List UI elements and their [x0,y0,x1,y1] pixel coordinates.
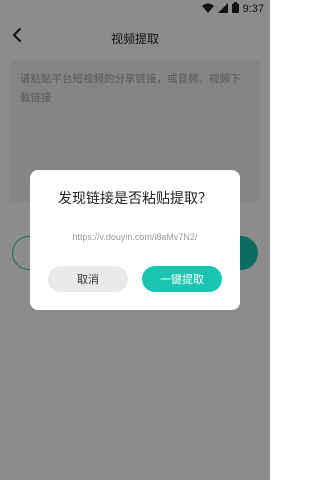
cancel-button-label: 取消 [77,273,99,286]
cancel-button[interactable]: 取消 [48,266,128,292]
paste-link-dialog: 发现链接是否粘贴提取？ https://v.douyin.com/i8aMv7N… [30,170,240,310]
extract-button-label: 一键提取 [160,273,204,286]
one-click-extract-button[interactable]: 一键提取 [142,266,222,292]
dialog-url: https://v.douyin.com/i8aMv7N2/ [72,232,198,242]
dialog-title: 发现链接是否粘贴提取？ [58,191,212,207]
